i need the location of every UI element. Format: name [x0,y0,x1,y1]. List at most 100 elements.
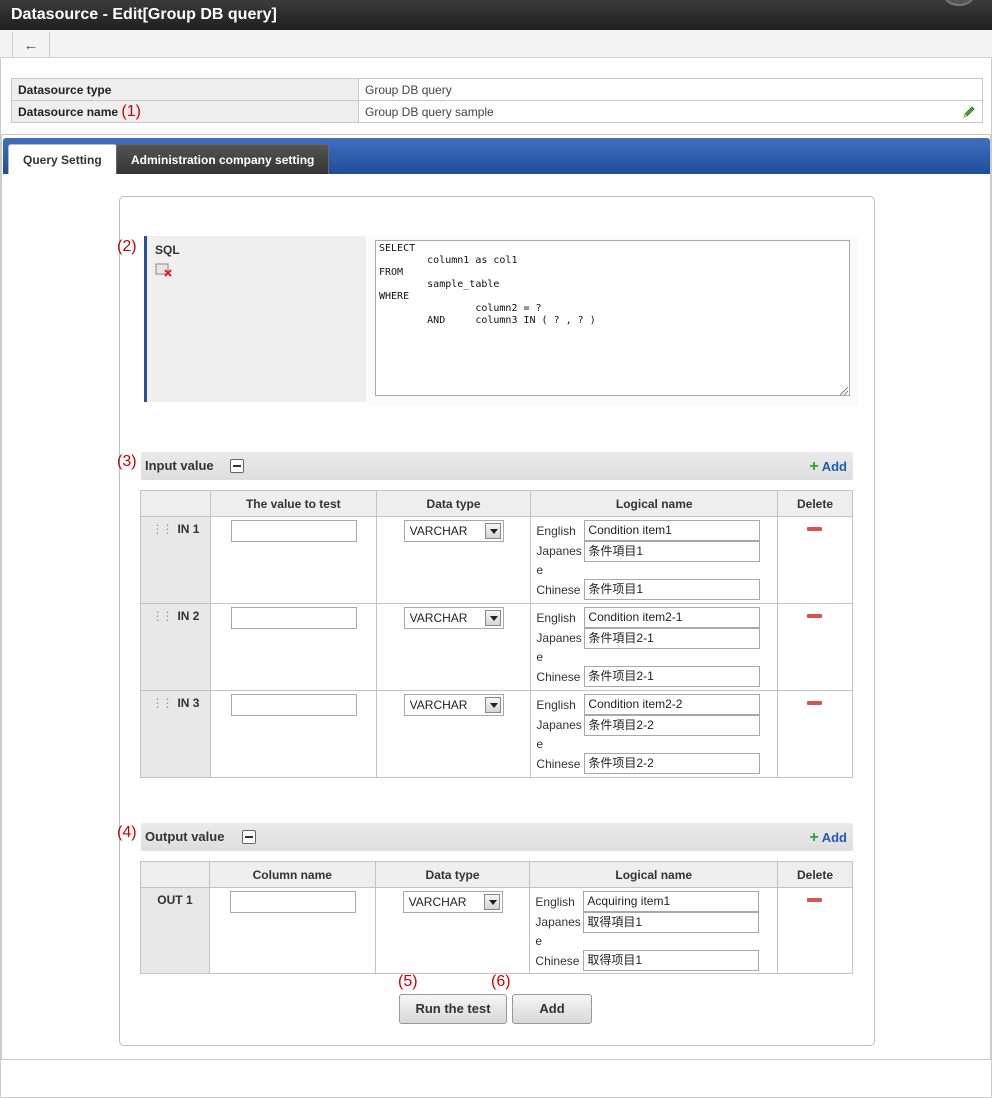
japanese-name-input[interactable]: 条件項目2-1 [584,628,761,649]
english-label: English [536,611,576,625]
datasource-name-label: Datasource name [18,104,119,119]
add-output-link[interactable]: + Add [809,829,847,847]
japanese-name-input[interactable]: 条件項目2-2 [584,715,761,736]
plus-icon: + [809,458,819,475]
pencil-icon[interactable] [962,105,976,119]
add-input-link[interactable]: + Add [809,458,847,476]
run-test-button[interactable]: Run the test [399,994,507,1024]
window-corner-decoration [944,0,974,6]
collapse-output-icon[interactable] [242,830,256,844]
japanese-label: Japanes [536,718,582,732]
resize-grip-icon[interactable] [840,387,848,395]
chevron-down-icon [484,697,501,713]
delete-row-icon[interactable] [807,527,823,531]
datasource-name-row: Datasource name (1) Group DB query sampl… [11,100,983,123]
datasource-type-value: Group DB query [358,78,983,101]
output-value-title: Output value [145,829,225,844]
test-value-input[interactable] [230,520,357,542]
english-name-input[interactable]: Condition item1 [584,520,761,541]
drag-handle-icon[interactable]: ⋮⋮ [151,609,173,623]
output-column-cell [208,887,376,974]
marker-1: (1) [121,102,141,120]
japanese-label-wrap: e [536,563,544,577]
test-value-input[interactable] [230,607,357,629]
delete-row-icon[interactable] [807,898,823,902]
datasource-type-row: Datasource type Group DB query [11,78,983,101]
input-row-head[interactable]: ⋮⋮ IN 1 [140,516,211,604]
input-type-cell: VARCHAR [375,603,532,691]
page-border-bottom [0,1097,992,1098]
input-row-head[interactable]: ⋮⋮ IN 2 [140,603,211,691]
window-title: Datasource - Edit[Group DB query] [0,0,992,30]
output-header-logical: Logical name [529,861,779,888]
test-value-input[interactable] [230,694,357,716]
add-output-label: Add [821,830,847,845]
japanese-name-input[interactable]: 条件項目1 [584,541,761,562]
window-title-text: Datasource - Edit[Group DB query] [11,6,277,23]
chevron-down-icon [483,894,500,910]
output-row-head: OUT 1 [140,887,210,974]
chinese-label: Chinese [535,954,580,968]
input-type-cell: VARCHAR [375,516,532,604]
input-header-delete: Delete [777,490,853,517]
datasource-type-label: Datasource type [11,78,359,101]
english-name-input[interactable]: Condition item2-2 [584,694,761,715]
data-type-value: VARCHAR [409,524,468,538]
drag-handle-icon[interactable]: ⋮⋮ [151,522,173,536]
sql-label-cell: SQL [144,236,366,402]
data-type-select[interactable]: VARCHAR [403,520,504,542]
add-button[interactable]: Add [512,994,592,1024]
datasource-info-table: Datasource type Group DB query Datasourc… [11,78,983,123]
input-row-name: IN 1 [177,522,200,536]
marker-6: (6) [491,973,511,990]
input-type-cell: VARCHAR [375,690,532,778]
tab-query-setting[interactable]: Query Setting [8,144,117,174]
column-name-input[interactable] [229,891,356,913]
output-type-cell: VARCHAR [374,887,531,974]
table-row: ⋮⋮ IN 3 VARCHAR English Condition item2-2… [140,690,853,778]
tab-administration-company-setting[interactable]: Administration company setting [116,144,330,174]
delete-row-icon[interactable] [807,701,823,705]
clear-sql-icon[interactable] [155,262,173,278]
output-delete-cell [777,887,853,974]
back-button[interactable]: ← [12,32,50,58]
chinese-label: Chinese [536,670,581,684]
input-delete-cell [777,603,853,691]
collapse-input-icon[interactable] [230,459,244,473]
table-row: ⋮⋮ IN 1 VARCHAR English Condition item1 J… [140,516,853,604]
input-value-cell [209,690,377,778]
chinese-label: Chinese [536,757,581,771]
input-row-head[interactable]: ⋮⋮ IN 3 [140,690,211,778]
english-name-input[interactable]: Acquiring item1 [583,891,760,912]
input-header-value: The value to test [209,490,377,517]
table-row: ⋮⋮ IN 2 VARCHAR English Condition item2-1… [140,603,853,691]
drag-handle-icon[interactable]: ⋮⋮ [151,696,173,710]
data-type-select[interactable]: VARCHAR [402,891,503,913]
output-header-delete: Delete [777,861,853,888]
add-input-label: Add [821,459,847,474]
back-arrow-icon: ← [23,36,39,54]
input-logical-cell: English Condition item2-2 Japanes e 条件項目… [530,690,779,778]
input-header-row: The value to test Data type Logical name… [140,490,853,517]
english-name-input[interactable]: Condition item2-1 [584,607,761,628]
tab-bar: Query Setting Administration company set… [3,138,990,174]
japanese-label-wrap: e [536,650,544,664]
output-value-table: Column name Data type Logical name Delet… [140,861,853,974]
input-header-type: Data type [375,490,532,517]
sql-label: SQL [155,243,180,257]
japanese-label-wrap: e [536,737,544,751]
chinese-name-input[interactable]: 条件项目2-1 [584,666,761,687]
chinese-name-input[interactable]: 条件项目2-2 [584,753,761,774]
chinese-name-input[interactable]: 条件项目1 [584,579,761,600]
chinese-label: Chinese [536,583,581,597]
data-type-select[interactable]: VARCHAR [403,694,504,716]
data-type-select[interactable]: VARCHAR [403,607,504,629]
japanese-name-input[interactable]: 取得項目1 [583,912,760,933]
delete-row-icon[interactable] [807,614,823,618]
sql-textarea[interactable]: SELECT column1 as col1 FROM sample_table… [375,240,850,396]
table-row: OUT 1 VARCHAR English Acquiring item1 Ja… [140,887,853,974]
chinese-name-input[interactable]: 取得项目1 [583,950,760,971]
chevron-down-icon [484,610,501,626]
data-type-value: VARCHAR [409,611,468,625]
japanese-label: Japanes [536,544,582,558]
